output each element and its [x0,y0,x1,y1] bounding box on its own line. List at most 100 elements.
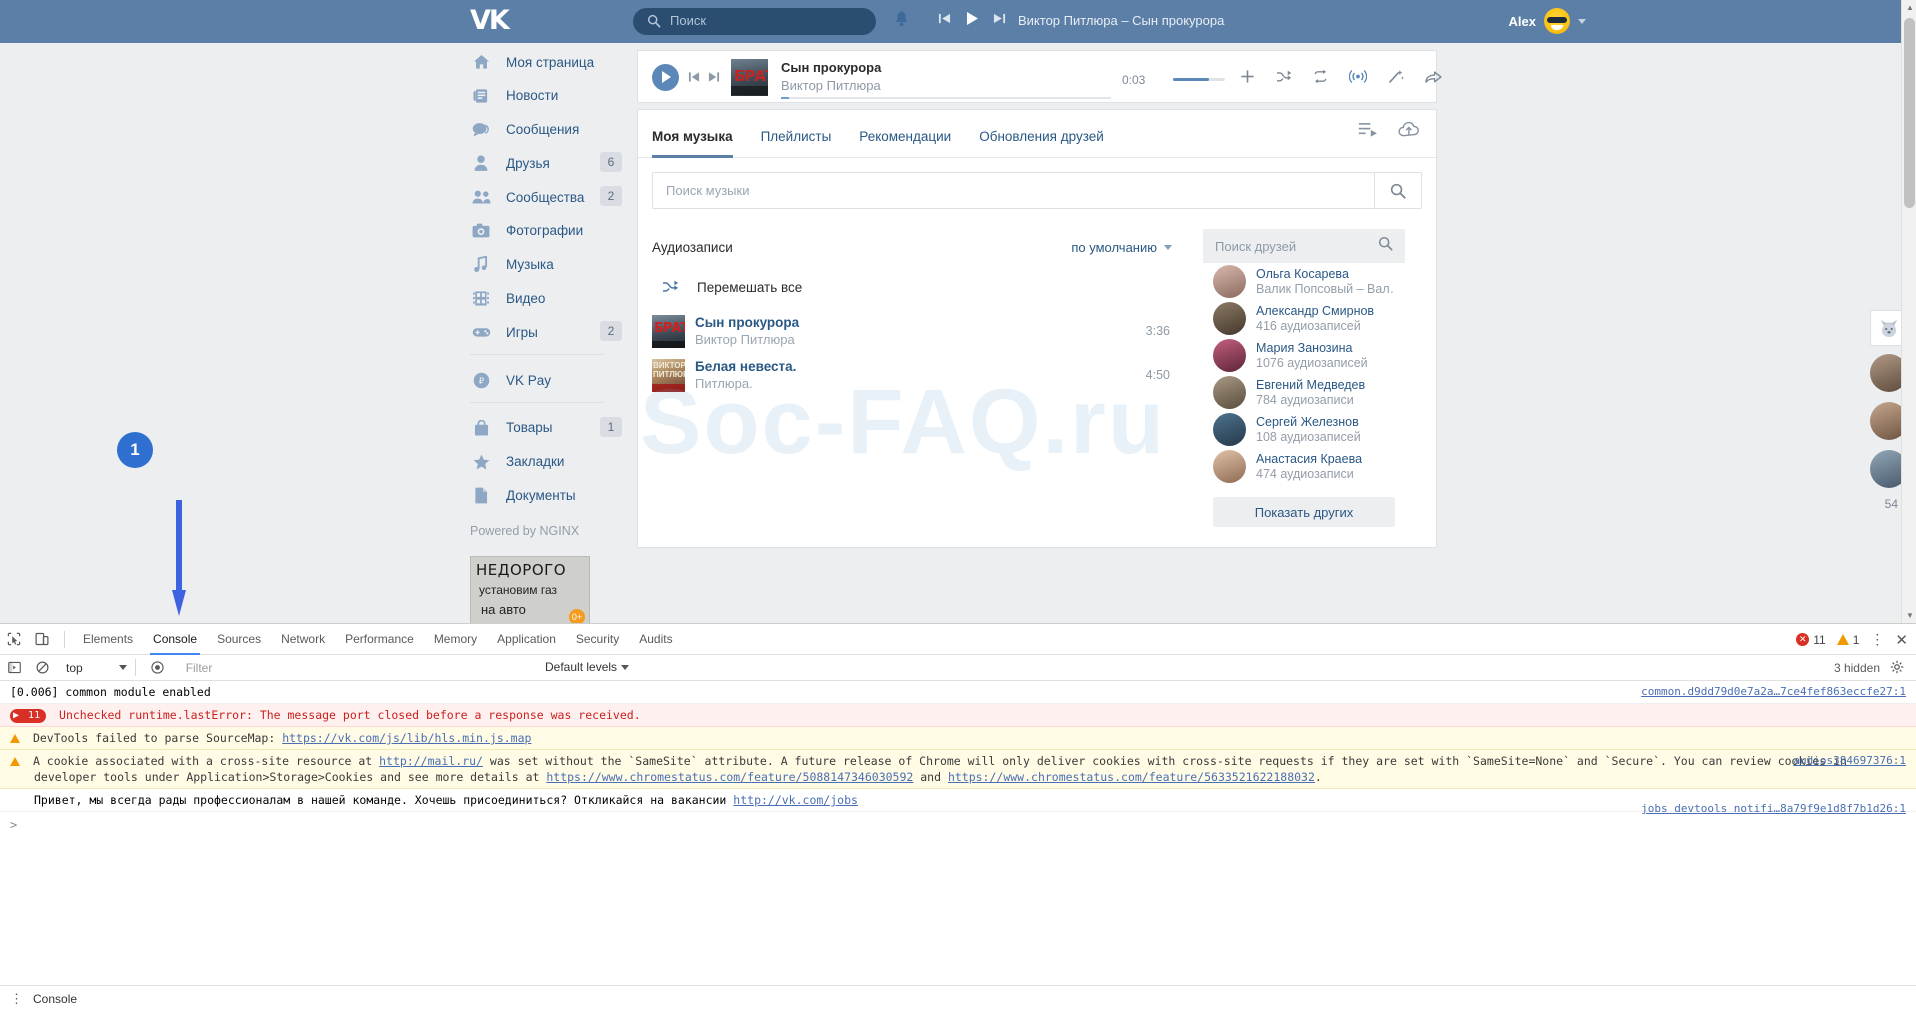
play-icon[interactable] [965,11,979,31]
more-tools-icon[interactable]: ⋮ [10,991,23,1007]
close-icon[interactable]: ✕ [1895,631,1908,649]
sidebar-item-photos[interactable]: Фотографии [470,219,622,243]
tab-my-music[interactable]: Моя музыка [652,129,733,158]
sidebar-item-news[interactable]: Новости [470,84,622,108]
player-track-title[interactable]: Сын прокурора [781,60,881,75]
console-filter-input[interactable]: Filter [186,661,213,675]
player-progress-bar[interactable] [781,97,1111,99]
sidebar-item-documents[interactable]: Документы [470,484,622,508]
devtools-tab-application[interactable]: Application [487,624,566,655]
sidebar-item-music[interactable]: Музыка [470,253,622,277]
share-icon[interactable] [1425,70,1442,89]
wand-icon[interactable] [1388,69,1404,89]
audio-sort-selector[interactable]: по умолчанию [1071,240,1172,255]
devtools-tab-performance[interactable]: Performance [335,624,424,655]
console-message-source[interactable]: common.d9dd79d0e7a2a…7ce4fef863eccfe27:1 [1641,684,1906,700]
clear-console-icon[interactable] [28,661,56,674]
prev-track-icon[interactable] [688,70,700,88]
friend-name[interactable]: Анастасия Краева [1256,452,1362,466]
list-item[interactable]: Сергей Железнов 108 аудиозаписей [1203,411,1405,448]
console-message-link[interactable]: https://vk.com/js/lib/hls.min.js.map [282,731,531,745]
friend-name[interactable]: Ольга Косарева [1256,267,1395,281]
tab-playlists[interactable]: Плейлисты [761,129,832,157]
music-search-button[interactable] [1374,172,1421,209]
bell-icon[interactable] [893,10,910,34]
show-more-friends-button[interactable]: Показать других [1213,497,1395,527]
devtools-tab-memory[interactable]: Memory [424,624,487,655]
track-title[interactable]: Белая невеста. [695,359,796,374]
list-item[interactable]: Евгений Медведев 784 аудиозаписи [1203,374,1405,411]
repeat-icon[interactable] [1313,69,1328,89]
error-count-indicator[interactable]: ✕ 11 [1796,633,1826,647]
sidebar-item-vk-pay[interactable]: ₽ VK Pay [470,368,622,392]
sidebar-item-communities[interactable]: Сообщества 2 [470,185,622,209]
devtools-tab-security[interactable]: Security [566,624,629,655]
search-icon[interactable] [1378,236,1393,256]
sidebar-item-friends[interactable]: Друзья 6 [470,151,622,175]
log-levels-selector[interactable]: Default levels [545,660,630,674]
console-message[interactable]: [0.006] common module enabled common.d9d… [0,681,1916,704]
volume-slider[interactable] [1173,78,1225,81]
console-message-source[interactable]: jobs devtools notifi…8a79f9e1d8f7b1d26:1 [1641,801,1906,817]
list-item[interactable]: Мария Занозина 1076 аудиозаписей [1203,337,1405,374]
prev-track-icon[interactable] [938,12,951,30]
track-artist[interactable]: Виктор Питлюра [695,332,799,347]
console-message-link[interactable]: http://mail.ru/ [379,754,483,768]
device-toolbar-icon[interactable] [28,632,56,646]
console-message[interactable]: DevTools failed to parse SourceMap: http… [0,727,1916,750]
scroll-up-arrow[interactable]: ▲ [1906,3,1914,12]
devtools-tab-network[interactable]: Network [271,624,335,655]
devtools-tab-sources[interactable]: Sources [207,624,271,655]
global-search-input[interactable]: Поиск [633,8,876,35]
table-row[interactable]: ВИКТОР ПИТЛЮРА Белая невеста. Питлюра. 4… [638,353,1186,397]
next-track-icon[interactable] [708,70,720,88]
console-message-link[interactable]: http://vk.com/jobs [733,793,858,807]
live-expression-icon[interactable] [144,661,172,674]
devtools-tab-audits[interactable]: Audits [629,624,682,655]
sidebar-item-bookmarks[interactable]: Закладки [470,450,622,474]
warning-count-indicator[interactable]: 1 [1836,633,1859,647]
sidebar-item-goods[interactable]: Товары 1 [470,416,622,440]
devtools-tab-console[interactable]: Console [143,624,207,655]
track-title[interactable]: Сын прокурора [695,315,799,330]
console-message[interactable]: ▶ 11 Unchecked runtime.lastError: The me… [0,704,1916,727]
console-message-source[interactable]: audios384697376:1 [1793,753,1906,769]
upload-cloud-icon[interactable] [1398,121,1420,143]
console-message[interactable]: Привет, мы всегда рады профессионалам в … [0,789,1916,815]
console-message-link[interactable]: https://www.chromestatus.com/feature/563… [948,770,1315,784]
friends-search-input[interactable]: Поиск друзей [1203,229,1405,263]
settings-gear-icon[interactable] [1890,660,1904,677]
music-search-input[interactable]: Поиск музыки [652,172,1422,209]
friend-name[interactable]: Сергей Железнов [1256,415,1361,429]
topbar-now-playing[interactable]: Виктор Питлюра – Сын прокурора [1018,13,1224,28]
friend-name[interactable]: Александр Смирнов [1256,304,1374,318]
list-item[interactable]: Ольга Косарева Валик Попсовый – Вал… [1203,263,1405,300]
play-icon[interactable] [652,64,679,91]
table-row[interactable]: БРАТ Сын прокурора Виктор Питлюра 3:36 [638,309,1186,353]
friend-name[interactable]: Евгений Медведев [1256,378,1365,392]
friend-name[interactable]: Мария Занозина [1256,341,1368,355]
page-scrollbar[interactable]: ▲ ▼ [1901,0,1916,623]
user-menu[interactable]: Alex [1509,8,1586,34]
console-message[interactable]: A cookie associated with a cross-site re… [0,750,1916,789]
vk-logo[interactable]: VK [470,7,512,34]
console-sidebar-icon[interactable] [0,661,28,674]
player-track-artist[interactable]: Виктор Питлюра [781,78,881,93]
execution-context-selector[interactable]: top [66,661,127,675]
scroll-down-arrow[interactable]: ▼ [1906,611,1914,620]
sidebar-advertisement[interactable]: НЕДОРОГО установим газ на авто 0+ [470,555,590,623]
sidebar-item-messages[interactable]: Сообщения [470,118,622,142]
console-message-link[interactable]: https://www.chromestatus.com/feature/508… [546,770,913,784]
sidebar-item-video[interactable]: Видео [470,287,622,311]
plus-icon[interactable] [1240,69,1255,89]
more-options-icon[interactable]: ⋮ [1870,631,1884,648]
next-track-icon[interactable] [993,12,1006,30]
tab-friends-updates[interactable]: Обновления друзей [979,129,1104,157]
list-item[interactable]: Александр Смирнов 416 аудиозаписей [1203,300,1405,337]
error-group-badge[interactable]: ▶ 11 [10,709,47,723]
tab-recommendations[interactable]: Рекомендации [859,129,951,157]
shuffle-all-row[interactable]: Перемешать все [638,265,1186,309]
shuffle-icon[interactable] [1276,70,1292,89]
hidden-messages-count[interactable]: 3 hidden [1834,661,1880,675]
broadcast-icon[interactable] [1348,69,1368,89]
